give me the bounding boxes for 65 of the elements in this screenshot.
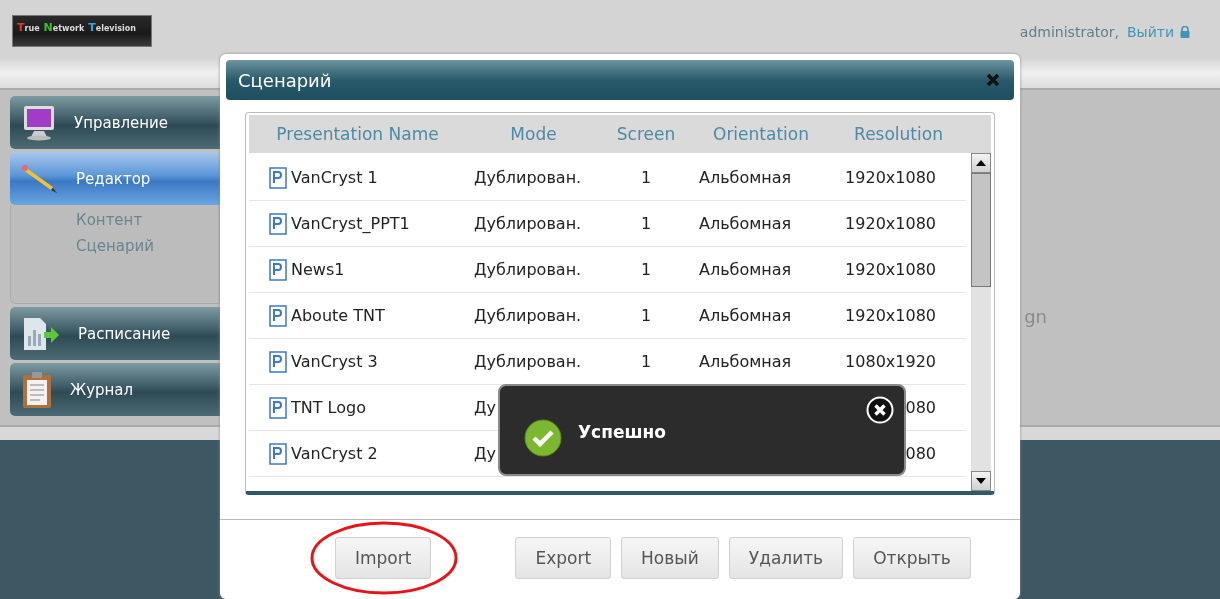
presentation-file-icon <box>269 350 287 373</box>
sidebar-item[interactable]: Редактор <box>10 152 220 205</box>
table-cell[interactable]: News1 <box>249 258 466 281</box>
dialog-button[interactable]: Удалить <box>728 537 844 579</box>
table-cell-text: 1 <box>639 168 653 187</box>
dialog-button[interactable]: Export <box>515 537 612 579</box>
table-cell-text: 1 <box>639 214 653 233</box>
table-cell-text: Ду <box>473 444 497 463</box>
clipboard-icon <box>22 370 52 409</box>
sidebar-item[interactable]: Управление <box>10 96 220 149</box>
table-cell-text: Дублирован. <box>473 260 583 279</box>
table-cell[interactable]: TNT Logo <box>249 396 466 419</box>
scroll-up-button[interactable] <box>971 153 991 173</box>
table-cell-text: Альбомная <box>698 260 793 279</box>
up-arrow-icon <box>976 160 986 166</box>
table-cell-text: Альбомная <box>698 214 793 233</box>
table-cell: 1080x1920 <box>845 352 936 371</box>
dialog-button[interactable]: Открыть <box>853 537 971 579</box>
table-cell: 080 <box>905 444 936 463</box>
dialog-button[interactable]: Новый <box>621 537 719 579</box>
toast-message: Успешно <box>578 422 666 442</box>
user-name: administrator, <box>1019 24 1119 40</box>
table-cell: 1920x1080 <box>845 168 936 187</box>
table-cell-text: Дублирован. <box>473 168 583 187</box>
check-circle-icon <box>524 419 562 457</box>
sidebar-item[interactable]: Журнал <box>10 363 220 416</box>
table-cell[interactable]: VanCryst 2 <box>249 442 466 465</box>
table-cell-text: Альбомная <box>698 306 793 325</box>
table-cell[interactable]: VanCryst 1 <box>249 166 466 189</box>
pencil-icon <box>22 163 58 194</box>
dialog-button[interactable]: Import <box>335 537 432 579</box>
table-cell-text: Дублирован. <box>473 214 583 233</box>
logo-word: True <box>17 21 40 34</box>
scrollbar[interactable] <box>971 153 991 491</box>
table-cell-text: Ду <box>473 398 497 417</box>
table-cell[interactable]: VanCryst 3 <box>249 350 466 373</box>
table-cell: 1920x1080 <box>845 260 936 279</box>
presentation-file-icon <box>269 396 287 419</box>
table-cell-text: Альбомная <box>698 352 793 371</box>
down-arrow-icon <box>976 478 986 484</box>
scroll-thumb[interactable] <box>971 173 991 287</box>
table-cell-text: 1 <box>639 352 653 371</box>
dialog-title: Сценарий <box>238 69 332 91</box>
logo-word: Network <box>43 21 85 34</box>
table-cell-text: Дублирован. <box>473 352 583 371</box>
table-cell: 080 <box>905 398 936 417</box>
table-cell-text: 1 <box>639 306 653 325</box>
presentation-file-icon <box>269 166 287 189</box>
logo-word: Television <box>88 21 136 34</box>
table-cell[interactable]: VanCryst_PPT1 <box>249 212 466 235</box>
table-cell-text: Дублирован. <box>473 306 583 325</box>
scroll-down-button[interactable] <box>971 471 991 491</box>
table-cell: 1920x1080 <box>845 214 936 233</box>
table-cell[interactable]: Aboute TNT <box>249 304 466 327</box>
presentation-file-icon <box>269 442 287 465</box>
lock-icon <box>1180 26 1190 38</box>
table-cell: 1920x1080 <box>845 306 936 325</box>
table-cell-text: Альбомная <box>698 168 793 187</box>
table-cell-text: 1 <box>639 260 653 279</box>
chart-icon <box>22 315 60 352</box>
presentation-file-icon <box>269 258 287 281</box>
presentation-file-icon <box>269 304 287 327</box>
presentation-file-icon <box>269 212 287 235</box>
sidebar-item[interactable]: Расписание <box>10 307 220 360</box>
monitor-icon <box>22 104 56 141</box>
